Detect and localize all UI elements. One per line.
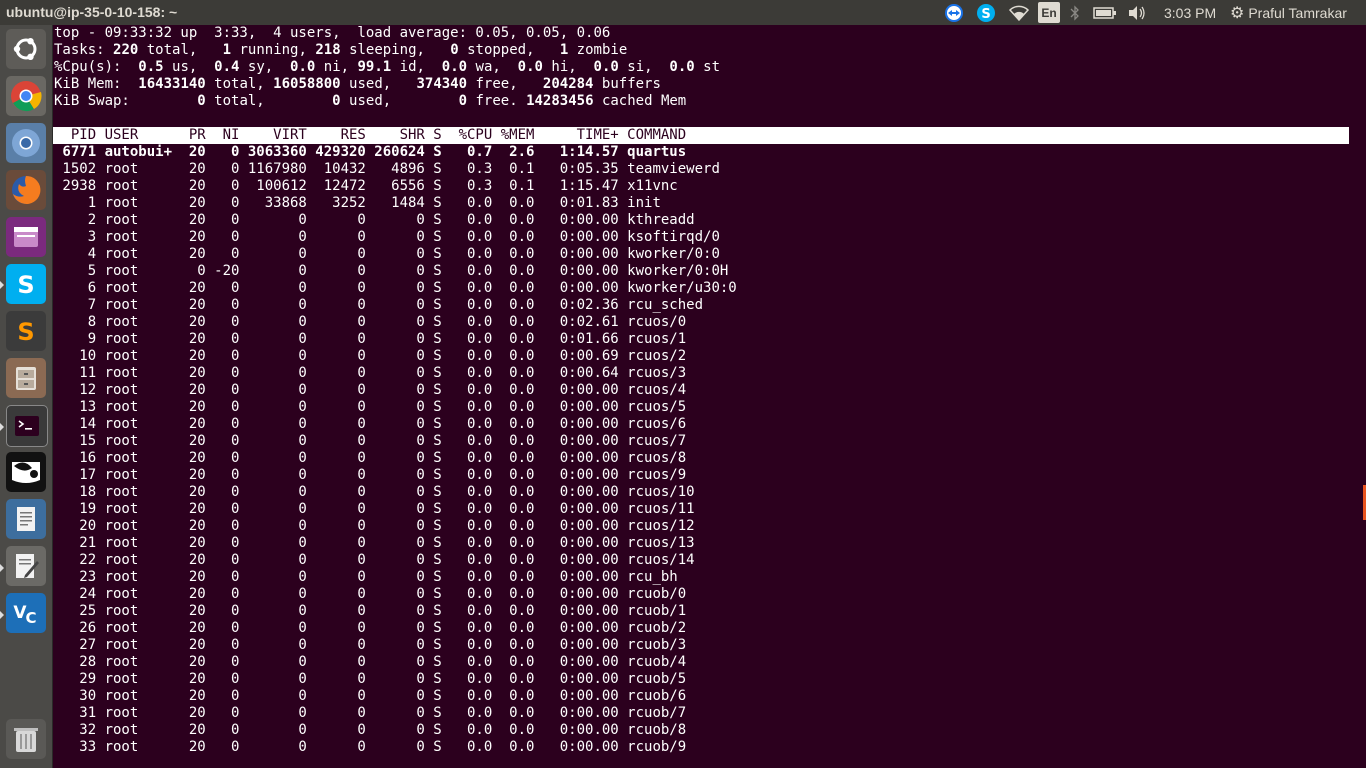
table-row: 20 root 20 0 0 0 0 S 0.0 0.0 0:00.00 rcu… xyxy=(54,518,695,534)
table-row: 7 root 20 0 0 0 0 S 0.0 0.0 0:02.36 rcu_… xyxy=(54,297,704,313)
uptime-line: top - 09:33:32 up 3:33, 4 users, load av… xyxy=(54,25,611,41)
launcher-app-window-button[interactable] xyxy=(6,217,46,257)
table-row: 11 root 20 0 0 0 0 S 0.0 0.0 0:00.64 rcu… xyxy=(54,365,687,381)
ubuntu-logo-icon xyxy=(13,38,37,60)
launcher-running-pip xyxy=(0,281,4,289)
launcher-text-editor-button[interactable] xyxy=(6,546,46,586)
launcher-files-button[interactable] xyxy=(6,358,46,398)
document-viewer-icon xyxy=(17,507,35,531)
table-row: 33 root 20 0 0 0 0 S 0.0 0.0 0:00.00 rcu… xyxy=(54,739,687,755)
chrome-icon xyxy=(12,129,40,157)
table-row: 18 root 20 0 0 0 0 S 0.0 0.0 0:00.00 rcu… xyxy=(54,484,695,500)
launcher-dash-button[interactable] xyxy=(6,29,46,69)
svg-text:S: S xyxy=(17,318,34,346)
table-row: 4 root 20 0 0 0 0 S 0.0 0.0 0:00.00 kwor… xyxy=(54,246,720,262)
table-row: 6 root 20 0 0 0 0 S 0.0 0.0 0:00.00 kwor… xyxy=(54,280,737,296)
chromium-icon xyxy=(11,81,42,112)
file-cabinet-icon xyxy=(16,367,36,390)
launcher-firefox-button[interactable] xyxy=(6,170,46,210)
terminal-window[interactable]: top - 09:33:32 up 3:33, 4 users, load av… xyxy=(53,25,1366,768)
table-row: 12 root 20 0 0 0 0 S 0.0 0.0 0:00.00 rcu… xyxy=(54,382,687,398)
launcher: S S VC xyxy=(0,25,53,768)
launcher-running-pip xyxy=(0,564,4,572)
table-row: 16 root 20 0 0 0 0 S 0.0 0.0 0:00.00 rcu… xyxy=(54,450,687,466)
teamviewer-icon[interactable] xyxy=(943,2,965,23)
svg-text:S: S xyxy=(17,271,34,299)
mem-line: KiB Mem: 16433140 total, 16058800 used, … xyxy=(54,76,661,92)
table-row: 8 root 20 0 0 0 0 S 0.0 0.0 0:02.61 rcuo… xyxy=(54,314,687,330)
table-row: 2938 root 20 0 100612 12472 6556 S 0.3 0… xyxy=(54,178,678,194)
table-row: 24 root 20 0 0 0 0 S 0.0 0.0 0:00.00 rcu… xyxy=(54,586,687,602)
table-row: 27 root 20 0 0 0 0 S 0.0 0.0 0:00.00 rcu… xyxy=(54,637,687,653)
table-row: 10 root 20 0 0 0 0 S 0.0 0.0 0:00.69 rcu… xyxy=(54,348,687,364)
launcher-document-viewer-button[interactable] xyxy=(6,499,46,539)
gear-icon: ⚙ xyxy=(1230,4,1245,22)
clock[interactable]: 3:03 PM xyxy=(1164,2,1216,23)
table-row: 21 root 20 0 0 0 0 S 0.0 0.0 0:00.00 rcu… xyxy=(54,535,695,551)
app-window-icon xyxy=(14,227,38,247)
launcher-running-pip xyxy=(0,611,4,619)
table-row: 3 root 20 0 0 0 0 S 0.0 0.0 0:00.00 ksof… xyxy=(54,229,720,245)
sublime-text-icon: S xyxy=(17,318,34,346)
table-row: 26 root 20 0 0 0 0 S 0.0 0.0 0:00.00 rcu… xyxy=(54,620,687,636)
table-row: 15 root 20 0 0 0 0 S 0.0 0.0 0:00.00 rcu… xyxy=(54,433,687,449)
launcher-terminal-button[interactable] xyxy=(6,405,48,447)
svg-text:S: S xyxy=(981,7,990,22)
keyboard-layout-indicator[interactable]: En xyxy=(1038,2,1060,23)
user-name: Praful Tamrakar xyxy=(1248,4,1347,21)
trash-icon xyxy=(14,728,38,752)
table-row: 22 root 20 0 0 0 0 S 0.0 0.0 0:00.00 rcu… xyxy=(54,552,695,568)
table-row: 13 root 20 0 0 0 0 S 0.0 0.0 0:00.00 rcu… xyxy=(54,399,687,415)
volume-icon[interactable] xyxy=(1127,2,1147,23)
vnc-viewer-icon: VC xyxy=(13,603,36,627)
table-row: 31 root 20 0 0 0 0 S 0.0 0.0 0:00.00 rcu… xyxy=(54,705,687,721)
keyboard-layout-label: En xyxy=(1041,5,1057,20)
battery-icon[interactable] xyxy=(1092,2,1118,23)
table-row: 28 root 20 0 0 0 0 S 0.0 0.0 0:00.00 rcu… xyxy=(54,654,687,670)
skype-icon[interactable]: S xyxy=(975,2,997,23)
table-row: 5 root 0 -20 0 0 0 S 0.0 0.0 0:00.00 kwo… xyxy=(54,263,729,279)
table-row: 1502 root 20 0 1167980 10432 4896 S 0.3 … xyxy=(54,161,720,177)
svg-text:C: C xyxy=(25,609,36,627)
table-row: 19 root 20 0 0 0 0 S 0.0 0.0 0:00.00 rcu… xyxy=(54,501,695,517)
table-row: 14 root 20 0 0 0 0 S 0.0 0.0 0:00.00 rcu… xyxy=(54,416,687,432)
table-row: 17 root 20 0 0 0 0 S 0.0 0.0 0:00.00 rcu… xyxy=(54,467,687,483)
process-table-header: PID USER PR NI VIRT RES SHR S %CPU %MEM … xyxy=(54,127,687,143)
bluetooth-icon[interactable] xyxy=(1068,2,1082,23)
launcher-vnc-button[interactable]: VC xyxy=(6,593,46,633)
table-row: 30 root 20 0 0 0 0 S 0.0 0.0 0:00.00 rcu… xyxy=(54,688,687,704)
launcher-chrome-button[interactable] xyxy=(6,123,46,163)
text-editor-icon xyxy=(16,554,39,578)
table-row: 32 root 20 0 0 0 0 S 0.0 0.0 0:00.00 rcu… xyxy=(54,722,687,738)
swap-line: KiB Swap: 0 total, 0 used, 0 free. 14283… xyxy=(54,93,687,109)
tasks-line: Tasks: 220 total, 1 running, 218 sleepin… xyxy=(54,42,628,58)
launcher-trash-button[interactable] xyxy=(6,719,46,759)
launcher-running-pip xyxy=(0,423,4,431)
table-row: 2 root 20 0 0 0 0 S 0.0 0.0 0:00.00 kthr… xyxy=(54,212,695,228)
launcher-chromium-button[interactable] xyxy=(6,76,46,116)
launcher-eye-app-button[interactable] xyxy=(6,452,46,492)
table-row: 29 root 20 0 0 0 0 S 0.0 0.0 0:00.00 rcu… xyxy=(54,671,687,687)
table-row: 1 root 20 0 33868 3252 1484 S 0.0 0.0 0:… xyxy=(54,195,661,211)
eye-app-icon xyxy=(12,462,40,483)
table-row: 23 root 20 0 0 0 0 S 0.0 0.0 0:00.00 rcu… xyxy=(54,569,678,585)
user-menu[interactable]: ⚙ Praful Tamrakar xyxy=(1230,2,1347,23)
terminal-icon xyxy=(15,416,39,436)
table-row: 6771 autobui+ 20 0 3063360 429320 260624… xyxy=(54,144,687,160)
window-title: ubuntu@ip-35-0-10-158: ~ xyxy=(6,4,178,20)
table-row: 9 root 20 0 0 0 0 S 0.0 0.0 0:01.66 rcuo… xyxy=(54,331,687,347)
wifi-icon[interactable] xyxy=(1007,2,1031,23)
table-row: 25 root 20 0 0 0 0 S 0.0 0.0 0:00.00 rcu… xyxy=(54,603,687,619)
clock-time: 3:03 PM xyxy=(1164,4,1217,21)
top-panel: ubuntu@ip-35-0-10-158: ~ S En 3:03 PM ⚙ … xyxy=(0,0,1366,25)
launcher-skype-button[interactable]: S xyxy=(6,264,46,304)
firefox-icon xyxy=(12,175,41,204)
cpu-line: %Cpu(s): 0.5 us, 0.4 sy, 0.0 ni, 99.1 id… xyxy=(54,59,721,75)
launcher-sublime-button[interactable]: S xyxy=(6,311,46,351)
skype-icon: S xyxy=(17,271,34,299)
